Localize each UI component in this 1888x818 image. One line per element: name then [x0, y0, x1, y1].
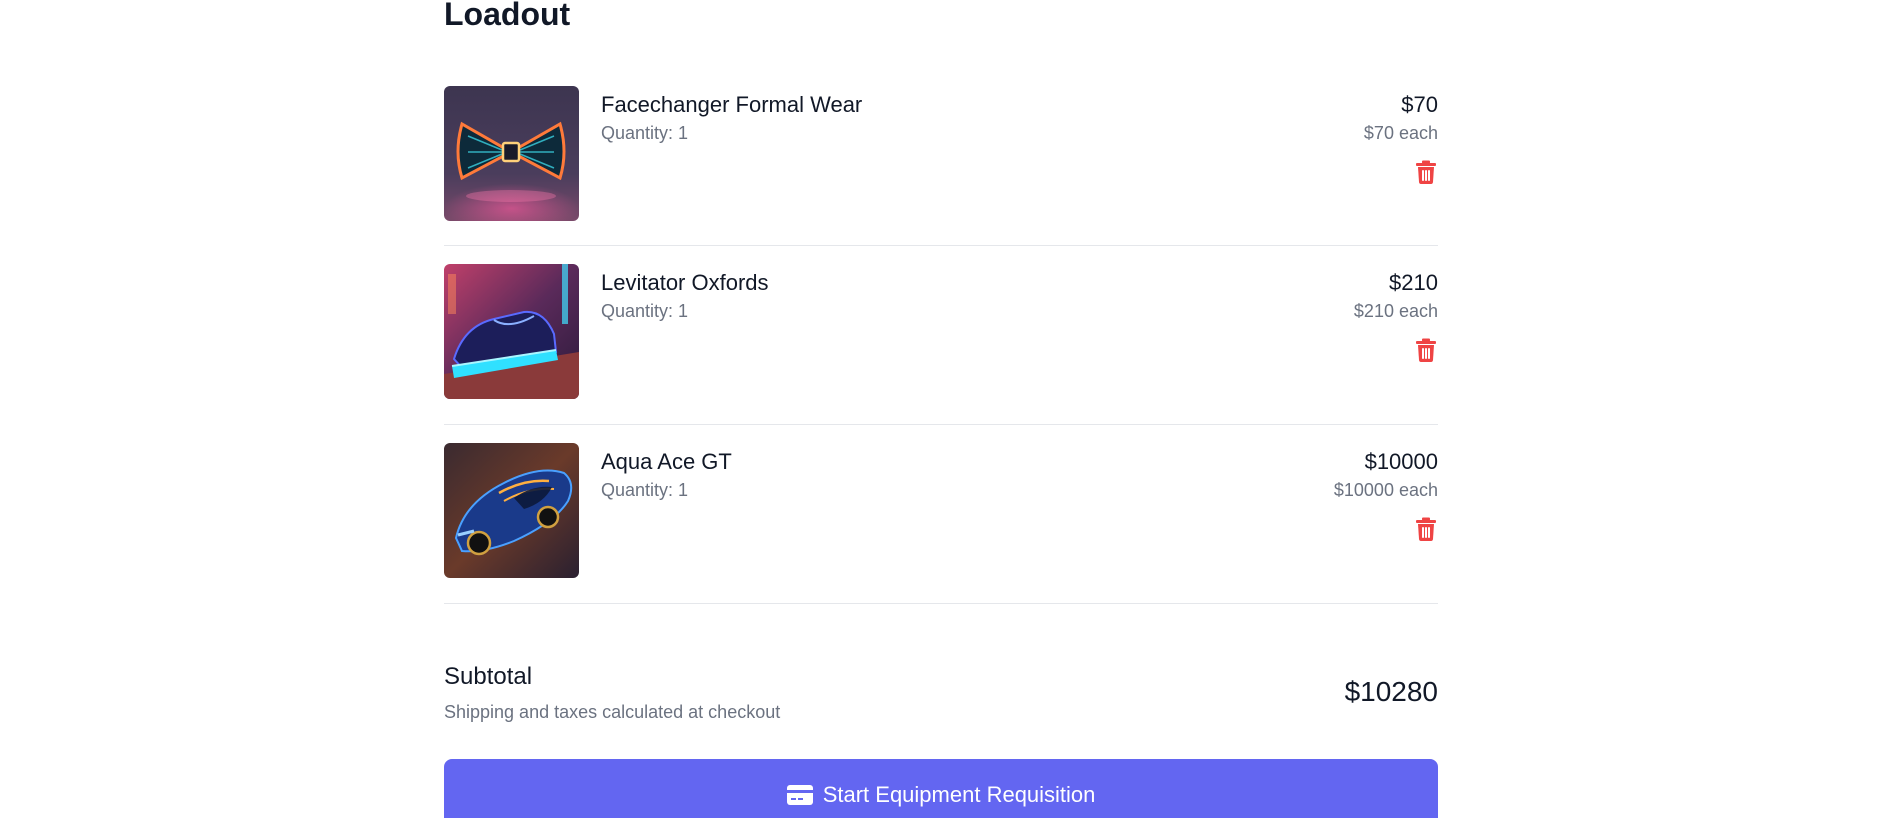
item-unit-price: $210 each: [1353, 301, 1438, 321]
item-quantity: Quantity: 1: [601, 301, 689, 321]
item-price: $210: [1389, 270, 1438, 295]
neon-bowtie-image: [444, 86, 579, 221]
item-price: $10000: [1364, 449, 1438, 474]
item-quantity: Quantity: 1: [601, 480, 689, 500]
neon-car-image: [444, 443, 579, 578]
start-requisition-button[interactable]: Start Equipment Requisition: [444, 759, 1438, 818]
item-name: Levitator Oxfords: [601, 270, 769, 295]
item-unit-price: $70 each: [1363, 123, 1438, 143]
subtotal-value: $10280: [1344, 676, 1438, 707]
checkout-button-label: Start Equipment Requisition: [822, 782, 1096, 807]
trash-icon[interactable]: [1416, 517, 1436, 541]
trash-icon[interactable]: [1416, 338, 1436, 362]
cart-item: Levitator Oxfords Quantity: 1 $210 $210 …: [444, 246, 1438, 425]
cart-page: Loadout Facechanger Formal Wear Quantity…: [0, 0, 1888, 818]
subtotal-label: Subtotal: [444, 663, 533, 690]
item-price: $70: [1401, 92, 1438, 117]
item-unit-price: $10000 each: [1333, 480, 1438, 500]
item-quantity: Quantity: 1: [601, 123, 689, 143]
page-title: Loadout: [444, 0, 571, 32]
cart-item-list: Facechanger Formal Wear Quantity: 1 $70 …: [444, 68, 1438, 604]
order-summary: Subtotal Shipping and taxes calculated a…: [444, 650, 1438, 770]
cart-item: Aqua Ace GT Quantity: 1 $10000 $10000 ea…: [444, 425, 1438, 604]
trash-icon[interactable]: [1416, 160, 1436, 184]
credit-card-icon: [786, 784, 813, 806]
item-name: Aqua Ace GT: [601, 449, 732, 474]
checkout-button-content: Start Equipment Requisition: [444, 781, 1438, 809]
subtotal-note: Shipping and taxes calculated at checkou…: [444, 702, 781, 722]
cart-item: Facechanger Formal Wear Quantity: 1 $70 …: [444, 68, 1438, 246]
neon-shoe-image: [444, 264, 579, 399]
item-name: Facechanger Formal Wear: [601, 92, 863, 117]
